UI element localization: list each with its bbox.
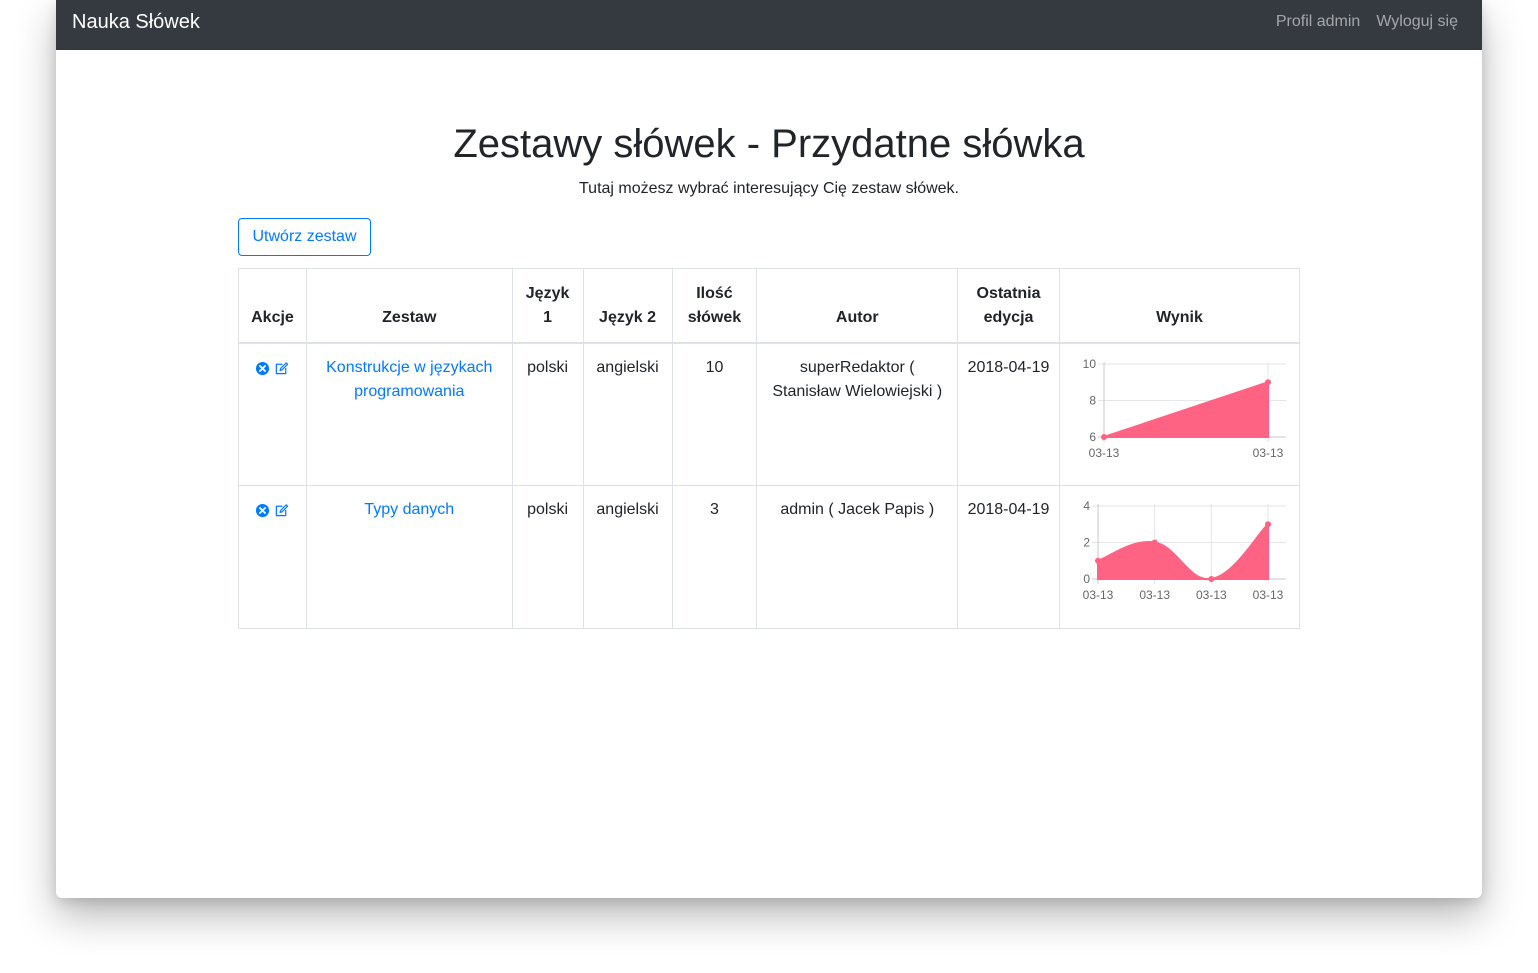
header-count: Ilość słówek — [671, 268, 758, 344]
score-chart: 6 8 10 03-13 03-13 — [1083, 357, 1287, 460]
header-actions: Akcje — [238, 268, 307, 344]
data-point — [1265, 378, 1272, 385]
x-tick-label: 03-13 — [1196, 588, 1227, 602]
data-point — [1152, 539, 1159, 546]
row-actions — [238, 485, 307, 629]
edited-cell: 2018-04-19 — [957, 342, 1060, 486]
x-tick-label: 03-13 — [1089, 446, 1120, 460]
create-set-button[interactable]: Utwórz zestaw — [238, 218, 371, 256]
delete-icon[interactable] — [255, 503, 270, 518]
delete-icon[interactable] — [255, 361, 270, 376]
edit-icon[interactable] — [274, 361, 289, 376]
score-cell: 6 8 10 03-13 03-13 — [1058, 342, 1301, 486]
page-title: Zestawy słówek - Przydatne słówka — [453, 122, 1085, 166]
table-row: Typy danych polski angielski 3 admin ( J… — [238, 485, 1301, 629]
header-score: Wynik — [1058, 268, 1301, 344]
set-name-link[interactable]: Typy danych — [364, 501, 454, 518]
y-tick-label: 4 — [1084, 499, 1091, 513]
set-name-link[interactable]: Konstrukcje w językach programowania — [326, 359, 492, 400]
x-tick-label: 03-13 — [1140, 588, 1171, 602]
score-cell: 0 2 4 03-13 03-13 03-13 03-13 — [1058, 485, 1301, 629]
header-lang2: Język 2 — [582, 268, 673, 344]
lang2-cell: angielski — [582, 342, 673, 486]
page-subtitle: Tutaj możesz wybrać interesujący Cię zes… — [579, 180, 959, 197]
y-tick-label: 10 — [1083, 357, 1097, 371]
score-chart: 0 2 4 03-13 03-13 03-13 03-13 — [1083, 499, 1287, 602]
y-tick-label: 0 — [1084, 572, 1091, 586]
edit-icon[interactable] — [274, 503, 289, 518]
header-author: Autor — [756, 268, 959, 344]
series-area — [1097, 521, 1270, 581]
count-cell: 3 — [671, 485, 758, 629]
row-actions — [238, 342, 307, 486]
data-point — [1101, 433, 1108, 440]
header-set: Zestaw — [305, 268, 513, 344]
table-row: Konstrukcje w językach programowania pol… — [238, 342, 1301, 486]
y-tick-label: 6 — [1090, 430, 1097, 444]
author-cell: admin ( Jacek Papis ) — [756, 485, 959, 629]
x-tick-label: 03-13 — [1253, 588, 1284, 602]
data-point — [1208, 576, 1215, 582]
set-name-cell: Typy danych — [305, 485, 513, 629]
x-tick-label: 03-13 — [1083, 588, 1114, 602]
set-name-cell: Konstrukcje w językach programowania — [305, 342, 513, 486]
header-lang1: Język 1 — [511, 268, 584, 344]
series-area — [1104, 380, 1270, 438]
lang1-cell: polski — [511, 342, 584, 486]
header-edited: Ostatnia edycja — [957, 268, 1060, 344]
data-point — [1265, 521, 1272, 528]
data-point — [1095, 557, 1102, 564]
count-cell: 10 — [671, 342, 758, 486]
nav-profile-link[interactable]: Profil admin — [1276, 13, 1360, 31]
app-window: Nauka Słówek Profil admin Wyloguj się Ze… — [56, 0, 1482, 898]
y-tick-label: 2 — [1084, 536, 1091, 550]
sets-table: Akcje Zestaw Język 1 Język 2 Ilość słówe… — [238, 268, 1301, 629]
navbar: Nauka Słówek Profil admin Wyloguj się — [56, 0, 1482, 50]
table-header-row: Akcje Zestaw Język 1 Język 2 Ilość słówe… — [238, 268, 1301, 344]
nav-links: Profil admin Wyloguj się — [1276, 13, 1458, 31]
x-tick-label: 03-13 — [1253, 446, 1284, 460]
brand-logo[interactable]: Nauka Słówek — [72, 11, 200, 34]
author-cell: superRedaktor ( Stanisław Wielowiejski ) — [756, 342, 959, 486]
nav-logout-link[interactable]: Wyloguj się — [1376, 13, 1458, 31]
edited-cell: 2018-04-19 — [957, 485, 1060, 629]
y-tick-label: 8 — [1090, 393, 1097, 407]
lang1-cell: polski — [511, 485, 584, 629]
lang2-cell: angielski — [582, 485, 673, 629]
